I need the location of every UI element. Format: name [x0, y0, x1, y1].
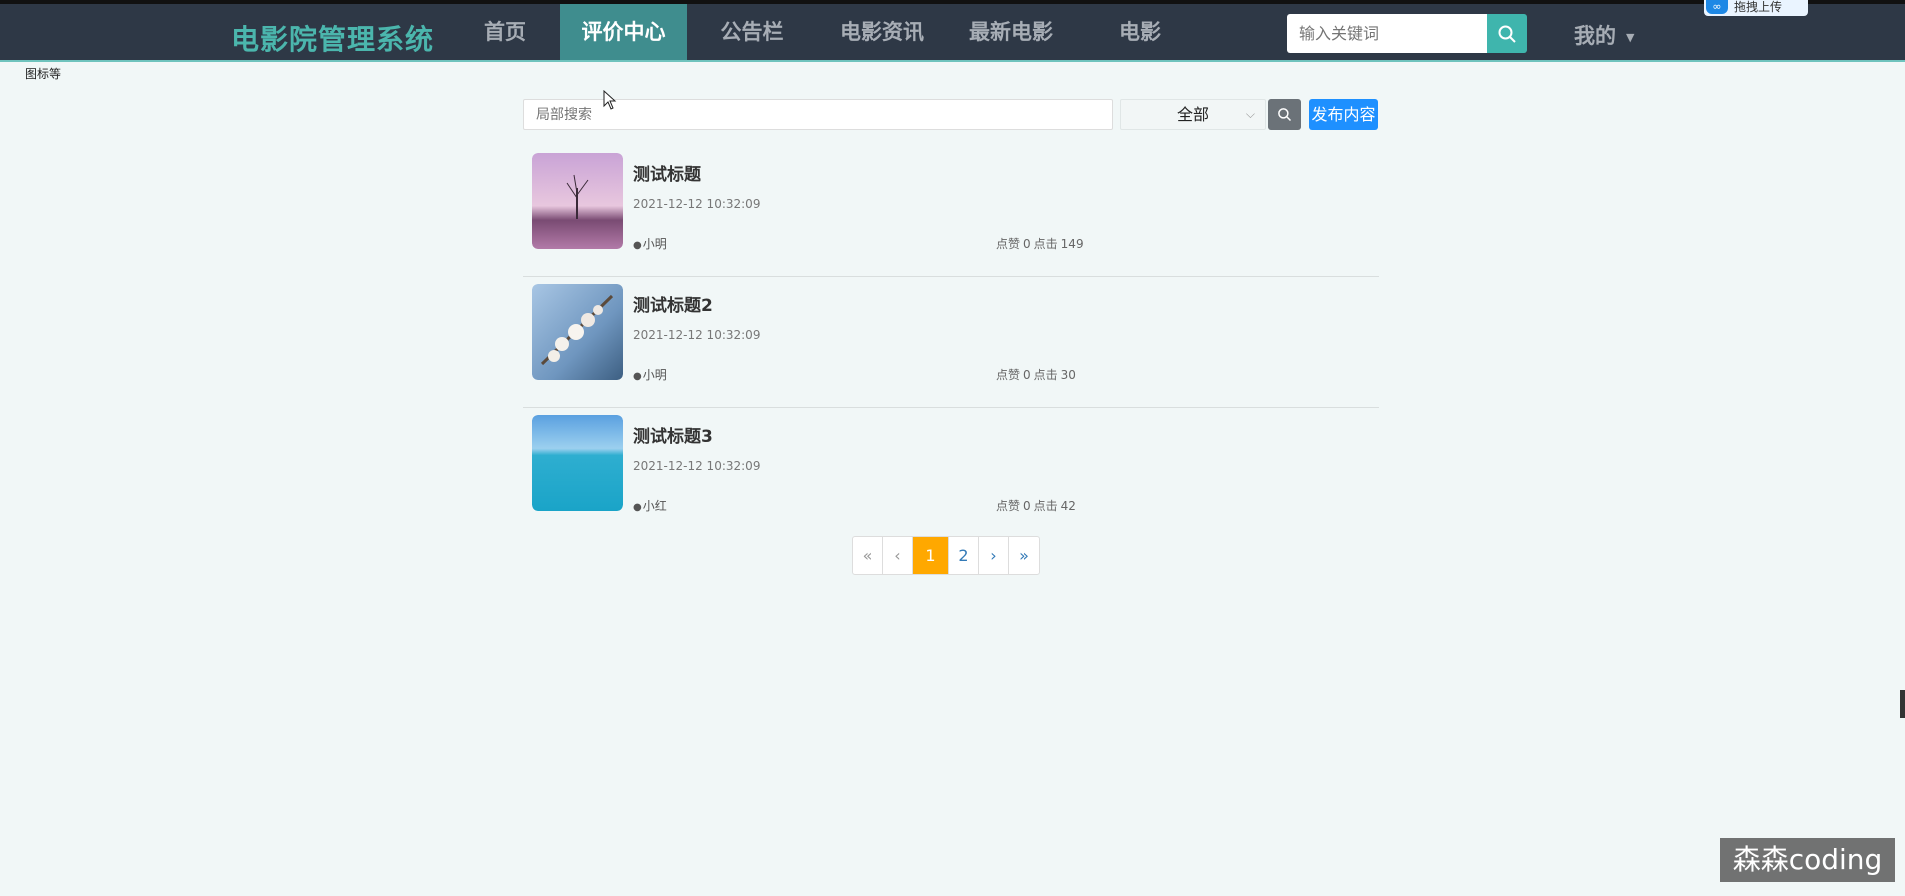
post-stats: 点赞 0 点击 42 — [996, 497, 1079, 514]
likes-label: 点赞 — [996, 499, 1021, 513]
user-icon: ● — [633, 502, 642, 513]
post-stats: 点赞 0 点击 30 — [996, 366, 1079, 383]
likes-label: 点赞 — [996, 237, 1021, 251]
page-last-button[interactable]: » — [1009, 537, 1039, 574]
post-title[interactable]: 测试标题 — [633, 160, 701, 185]
post-author-name: 小红 — [642, 499, 667, 513]
post-author: ●小明 — [633, 366, 667, 383]
post-thumbnail[interactable] — [532, 153, 623, 249]
clicks-count: 42 — [1060, 499, 1076, 513]
post-date: 2021-12-12 10:32:09 — [633, 197, 761, 211]
caret-down-icon: ▼ — [1626, 30, 1635, 44]
post-author: ●小红 — [633, 497, 667, 514]
watermark: 森森coding — [1720, 838, 1895, 882]
mine-label: 我的 — [1574, 24, 1616, 48]
clicks-label: 点击 — [1033, 237, 1058, 251]
likes-count: 0 — [1023, 499, 1031, 513]
post-date: 2021-12-12 10:32:09 — [633, 459, 761, 473]
search-icon — [1498, 25, 1516, 43]
mine-menu[interactable]: 我的 ▼ — [1574, 20, 1634, 50]
chevron-down-icon: ⌵ — [1245, 107, 1255, 121]
list-item[interactable]: 测试标题2 2021-12-12 10:32:09 ●小明 点赞 0 点击 30 — [523, 277, 1379, 408]
clicks-label: 点击 — [1033, 499, 1058, 513]
nav-item-latest-movies[interactable]: 最新电影 — [947, 4, 1075, 60]
post-author-name: 小明 — [642, 237, 667, 251]
cloud-icon: ∞ — [1706, 0, 1728, 14]
post-thumbnail[interactable] — [532, 415, 623, 511]
header-search-button[interactable] — [1487, 14, 1527, 53]
category-select[interactable]: 全部 ⌵ — [1120, 99, 1266, 130]
filter-search-button[interactable] — [1268, 99, 1301, 130]
page-1-button[interactable]: 1 — [913, 537, 949, 574]
main-nav: 首页 评价中心 公告栏 电影资讯 最新电影 电影 — [450, 4, 1205, 60]
post-stats: 点赞 0 点击 149 — [996, 235, 1087, 252]
nav-item-movies[interactable]: 电影 — [1075, 4, 1205, 60]
post-title[interactable]: 测试标题2 — [633, 291, 713, 316]
corner-label: 图标等 — [25, 67, 62, 81]
post-date: 2021-12-12 10:32:09 — [633, 328, 761, 342]
header-search-input[interactable] — [1287, 14, 1487, 53]
user-icon: ● — [633, 240, 642, 251]
page-2-button[interactable]: 2 — [949, 537, 979, 574]
nav-item-review-center[interactable]: 评价中心 — [560, 4, 687, 60]
publish-button[interactable]: 发布内容 — [1309, 99, 1378, 130]
upload-chip-label: 拖拽上传 — [1734, 0, 1783, 14]
post-author: ●小明 — [633, 235, 667, 252]
upload-chip[interactable]: ∞ 拖拽上传 — [1704, 0, 1808, 16]
post-title[interactable]: 测试标题3 — [633, 422, 713, 447]
user-icon: ● — [633, 371, 642, 382]
clicks-count: 30 — [1060, 368, 1076, 382]
mouse-cursor-icon — [603, 90, 617, 110]
likes-count: 0 — [1023, 368, 1031, 382]
page-prev-button[interactable]: ‹ — [883, 537, 913, 574]
list-item[interactable]: 测试标题3 2021-12-12 10:32:09 ●小红 点赞 0 点击 42 — [523, 408, 1379, 538]
post-thumbnail[interactable] — [532, 284, 623, 380]
top-navbar: 电影院管理系统 首页 评价中心 公告栏 电影资讯 最新电影 电影 我的 ▼ — [0, 0, 1905, 62]
site-brand[interactable]: 电影院管理系统 — [231, 18, 434, 58]
nav-item-bulletin[interactable]: 公告栏 — [687, 4, 817, 60]
likes-label: 点赞 — [996, 368, 1021, 382]
post-author-name: 小明 — [642, 368, 667, 382]
nav-item-home[interactable]: 首页 — [450, 4, 560, 60]
clicks-label: 点击 — [1033, 368, 1058, 382]
search-icon — [1278, 108, 1292, 122]
page-first-button[interactable]: « — [853, 537, 883, 574]
pagination: « ‹ 1 2 › » — [852, 536, 1040, 575]
page-next-button[interactable]: › — [979, 537, 1009, 574]
list-item[interactable]: 测试标题 2021-12-12 10:32:09 ●小明 点赞 0 点击 149 — [523, 146, 1379, 277]
clicks-count: 149 — [1060, 237, 1084, 251]
post-list: 测试标题 2021-12-12 10:32:09 ●小明 点赞 0 点击 149 测试… — [523, 146, 1379, 538]
nav-item-movie-news[interactable]: 电影资讯 — [817, 4, 947, 60]
category-select-value: 全部 — [1176, 105, 1209, 124]
scrollbar-fragment[interactable] — [1900, 690, 1905, 718]
likes-count: 0 — [1023, 237, 1031, 251]
